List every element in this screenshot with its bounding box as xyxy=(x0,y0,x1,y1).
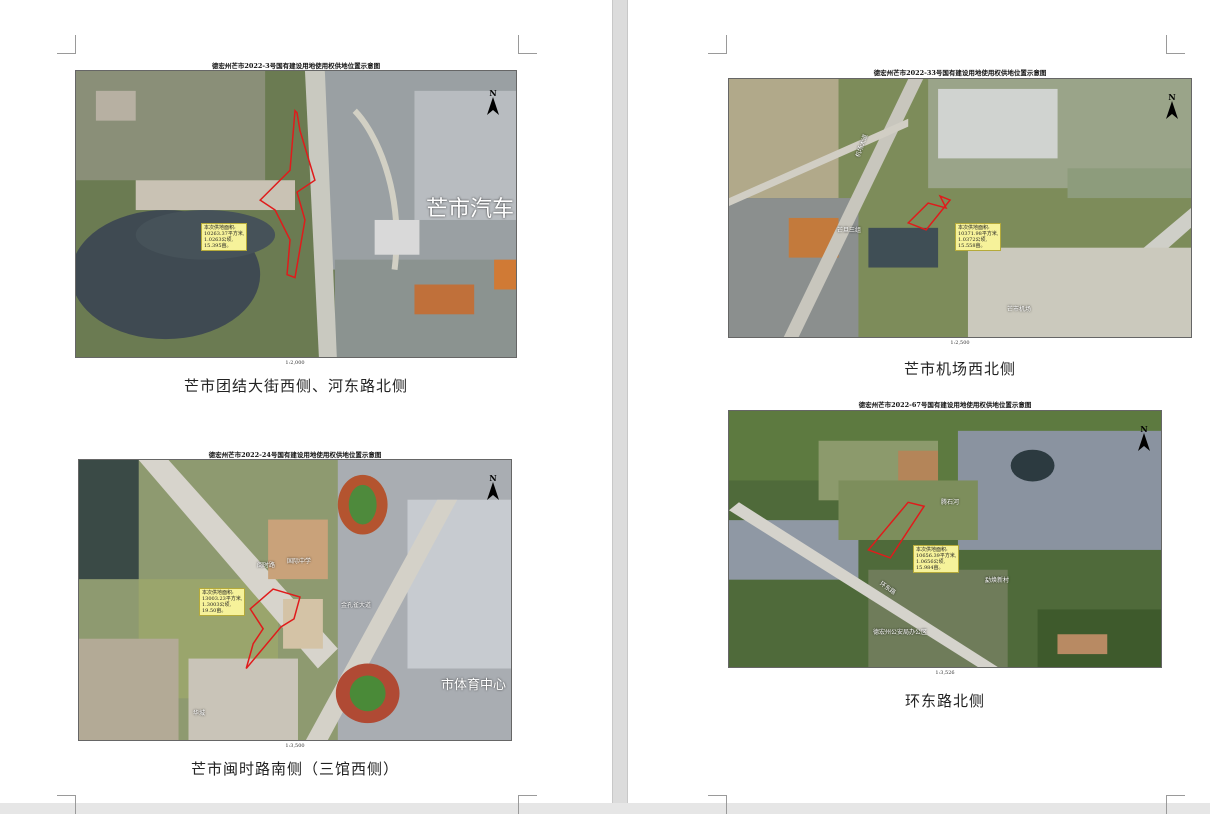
map-scale: 1:2,000 xyxy=(285,360,305,366)
place-label: 华城 xyxy=(193,710,206,717)
place-label: 勐焕新村 xyxy=(985,577,1010,584)
crop-mark xyxy=(1166,795,1185,814)
map-caption: 芒市机场西北侧 xyxy=(903,360,1016,378)
crop-mark xyxy=(57,35,76,54)
area-callout: 本次供地面积: 10263.37平方米, 1.0263公顷, 15.395亩。 xyxy=(201,223,248,251)
crop-mark xyxy=(518,795,537,814)
satellite-map: N 芒市汽车 本次供地面积: 10263.37平方米, 1.0263公顷, 15.39… xyxy=(75,70,517,358)
document-page-right: 德宏州芒市2022-33号国有建设用地使用权供地位置示意图 N 机场大道 芒市机… xyxy=(628,0,1210,814)
crop-mark xyxy=(518,35,537,54)
satellite-map: N 闽时路 国际中学 金孔雀大道 市体育中心 华城 本次供地面积: 13003.2… xyxy=(78,459,512,741)
north-arrow: N xyxy=(484,474,502,500)
map-title: 德宏州芒市2022-3号国有建设用地使用权供地位置示意图 xyxy=(211,62,381,70)
page-gutter xyxy=(612,0,628,803)
document-page-left: 德宏州芒市2022-3号国有建设用地使用权供地位置示意图 N 芒市汽车 本次供地… xyxy=(0,0,612,814)
place-label: 芒旦三组 xyxy=(837,227,862,234)
crop-mark xyxy=(708,35,727,54)
road-label: 闽时路 xyxy=(257,562,276,569)
map-label: 芒市汽车 xyxy=(426,197,515,222)
map-scale: 1:3,526 xyxy=(935,670,955,676)
map-scale: 1:3,500 xyxy=(285,743,305,749)
place-label: 市体育中心 xyxy=(441,678,507,693)
area-callout: 本次供地面积: 13003.23平方米, 1.3003公顷, 19.50亩。 xyxy=(199,588,246,616)
map-caption: 环东路北侧 xyxy=(904,692,985,710)
crop-mark xyxy=(708,795,727,814)
map-title: 德宏州芒市2022-24号国有建设用地使用权供地位置示意图 xyxy=(208,451,382,459)
map-caption: 芒市闽时路南侧（三馆西侧） xyxy=(190,760,399,778)
satellite-map: N 腾石河 环东路 勐焕新村 德宏州公安局办公区 本次供地面积: 10656.39… xyxy=(728,410,1162,668)
north-arrow: N xyxy=(484,89,502,115)
place-label: 德宏州公安局办公区 xyxy=(873,629,928,636)
crop-mark xyxy=(57,795,76,814)
area-callout: 本次供地面积: 10656.39平方米, 1.0656公顷, 15.984亩。 xyxy=(913,545,960,573)
north-arrow: N xyxy=(1135,425,1153,451)
place-label: 腾石河 xyxy=(941,499,960,506)
road-label: 金孔雀大道 xyxy=(341,602,372,609)
place-label: 国际中学 xyxy=(287,558,312,565)
satellite-map: N 机场大道 芒市机场 芒旦三组 本次供地面积: 10371.98平方米, 1.03… xyxy=(728,78,1192,338)
north-arrow: N xyxy=(1163,93,1181,119)
map-scale: 1:2,500 xyxy=(950,340,970,346)
crop-mark xyxy=(1166,35,1185,54)
map-title: 德宏州芒市2022-33号国有建设用地使用权供地位置示意图 xyxy=(873,69,1047,77)
map-caption: 芒市团结大街西侧、河东路北侧 xyxy=(183,377,408,395)
area-callout: 本次供地面积: 10371.98平方米, 1.0372公顷, 15.558亩。 xyxy=(955,223,1002,251)
map-title: 德宏州芒市2022-67号国有建设用地使用权供地位置示意图 xyxy=(858,401,1032,409)
place-label: 芒市机场 xyxy=(1007,306,1032,313)
